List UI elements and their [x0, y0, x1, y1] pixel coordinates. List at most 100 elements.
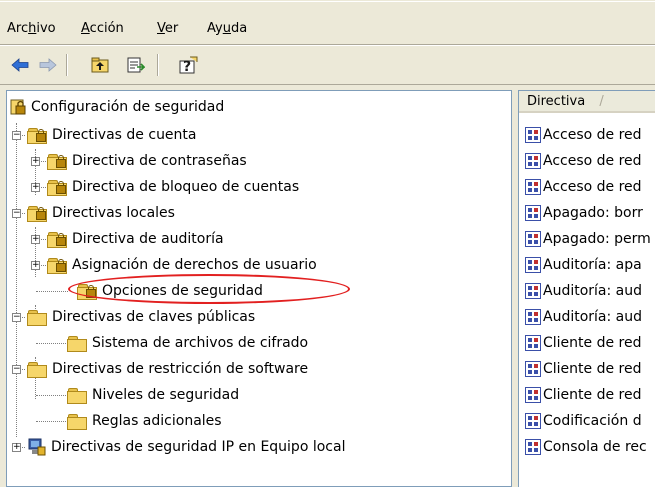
menu-ver[interactable]: Ver — [157, 21, 178, 36]
tree-item-opciones-seguridad[interactable]: Opciones de seguridad — [77, 279, 263, 303]
tree-item-label: Asignación de derechos de usuario — [72, 257, 317, 273]
policy-icon — [525, 179, 541, 195]
list-item-label: Auditoría: apa — [543, 257, 642, 273]
folder-icon — [67, 387, 87, 404]
policy-icon — [525, 231, 541, 247]
policy-icon — [525, 387, 541, 403]
list-item[interactable]: Auditoría: aud — [525, 278, 642, 304]
list-item[interactable]: Auditoría: aud — [525, 304, 642, 330]
list-item[interactable]: Auditoría: apa — [525, 252, 642, 278]
list-item[interactable]: Apagado: borr — [525, 200, 643, 226]
folder-icon — [27, 361, 47, 378]
menu-ayuda[interactable]: Ayuda — [207, 21, 247, 36]
policy-icon — [525, 153, 541, 169]
tree-item-asignacion-derechos[interactable]: Asignación de derechos de usuario — [47, 253, 317, 277]
list-item-label: Consola de rec — [543, 439, 647, 455]
ip-security-icon — [27, 438, 47, 456]
locked-folder-icon — [77, 283, 97, 300]
expand-toggle[interactable]: + — [31, 157, 40, 166]
list-item[interactable]: Acceso de red — [525, 174, 642, 200]
expand-toggle[interactable]: + — [31, 235, 40, 244]
tree-item-reglas-adicionales[interactable]: Reglas adicionales — [67, 409, 222, 433]
toolbar-bottom-divider — [0, 84, 655, 85]
list-item-label: Cliente de red — [543, 361, 642, 377]
tree-item-niveles-seguridad[interactable]: Niveles de seguridad — [67, 383, 239, 407]
tree-item-directivas-locales[interactable]: Directivas locales — [27, 201, 175, 225]
tree-item-label: Directivas locales — [52, 205, 175, 221]
details-pane: Directiva / Acceso de red Acceso de red … — [518, 90, 655, 487]
list-item[interactable]: Acceso de red — [525, 148, 642, 174]
tree-item-label: Opciones de seguridad — [102, 283, 263, 299]
tree-root-label: Configuración de seguridad — [31, 99, 225, 115]
policy-icon — [525, 439, 541, 455]
toolbar-separator — [157, 54, 159, 76]
tree-connector — [36, 421, 68, 422]
locked-folder-icon — [27, 127, 47, 144]
policy-icon — [525, 205, 541, 221]
tree-root[interactable]: Configuración de seguridad — [9, 95, 224, 119]
expand-toggle[interactable]: + — [31, 261, 40, 270]
up-folder-icon[interactable] — [88, 54, 112, 76]
locked-folder-icon — [47, 179, 67, 196]
folder-icon — [27, 309, 47, 326]
policy-icon — [525, 361, 541, 377]
toolbar: ? — [0, 46, 655, 82]
column-header-directiva[interactable]: Directiva / — [519, 91, 655, 113]
tree-item-claves-publicas[interactable]: Directivas de claves públicas — [27, 305, 255, 329]
tree-item-directiva-auditoria[interactable]: Directiva de auditoría — [47, 227, 224, 251]
tree-item-seguridad-ip[interactable]: Directivas de seguridad IP en Equipo loc… — [27, 435, 345, 459]
tree-item-directiva-contrasenas[interactable]: Directiva de contraseñas — [47, 149, 247, 173]
forward-arrow-icon[interactable] — [36, 54, 60, 76]
security-settings-icon — [9, 98, 27, 116]
tree-item-label: Directivas de seguridad IP en Equipo loc… — [51, 439, 346, 455]
tree-item-label: Niveles de seguridad — [92, 387, 240, 403]
folder-icon — [67, 413, 87, 430]
svg-text:?: ? — [183, 59, 191, 74]
locked-folder-icon — [47, 153, 67, 170]
expand-toggle[interactable]: + — [12, 443, 21, 452]
list-item-label: Cliente de red — [543, 335, 642, 351]
policy-icon — [525, 127, 541, 143]
help-icon[interactable]: ? — [176, 54, 200, 76]
list-item[interactable]: Cliente de red — [525, 330, 642, 356]
list-item-label: Apagado: borr — [543, 205, 643, 221]
folder-icon — [67, 335, 87, 352]
sort-indicator-icon: / — [599, 94, 604, 109]
tree-connector — [36, 343, 68, 344]
column-header-label: Directiva — [527, 94, 586, 109]
list-item[interactable]: Apagado: perm — [525, 226, 651, 252]
list-item-label: Auditoría: aud — [543, 283, 643, 299]
menu-bar: Archivo Acción Ver Ayuda — [0, 0, 655, 44]
tree-item-restriccion-software[interactable]: Directivas de restricción de software — [27, 357, 308, 381]
tree-item-directivas-cuenta[interactable]: Directivas de cuenta — [27, 123, 197, 147]
collapse-toggle[interactable]: − — [12, 131, 21, 140]
back-arrow-icon[interactable] — [8, 54, 32, 76]
menu-accion[interactable]: Acción — [81, 21, 124, 36]
menu-archivo[interactable]: Archivo — [7, 21, 56, 36]
menu-top-divider — [0, 1, 655, 2]
list-item[interactable]: Consola de rec — [525, 434, 647, 460]
policy-icon — [525, 413, 541, 429]
locked-folder-icon — [47, 231, 67, 248]
tree-item-label: Directiva de contraseñas — [72, 153, 247, 169]
tree-item-label: Directivas de restricción de software — [52, 361, 309, 377]
collapse-toggle[interactable]: − — [12, 313, 21, 322]
collapse-toggle[interactable]: − — [12, 209, 21, 218]
tree-item-label: Directivas de cuenta — [52, 127, 197, 143]
tree-item-directiva-bloqueo[interactable]: Directiva de bloqueo de cuentas — [47, 175, 299, 199]
list-item-label: Codificación d — [543, 413, 642, 429]
policy-icon — [525, 283, 541, 299]
list-item[interactable]: Cliente de red — [525, 356, 642, 382]
list-item[interactable]: Codificación d — [525, 408, 642, 434]
list-item[interactable]: Cliente de red — [525, 382, 642, 408]
toolbar-separator — [66, 54, 68, 76]
export-list-icon[interactable] — [124, 54, 148, 76]
tree-item-label: Directivas de claves públicas — [52, 309, 256, 325]
list-item[interactable]: Acceso de red — [525, 122, 642, 148]
expand-toggle[interactable]: + — [31, 183, 40, 192]
list-item-label: Acceso de red — [543, 153, 642, 169]
tree-item-sistema-cifrado[interactable]: Sistema de archivos de cifrado — [67, 331, 308, 355]
collapse-toggle[interactable]: − — [12, 365, 21, 374]
tree-connector — [36, 291, 68, 292]
list-item-label: Cliente de red — [543, 387, 642, 403]
